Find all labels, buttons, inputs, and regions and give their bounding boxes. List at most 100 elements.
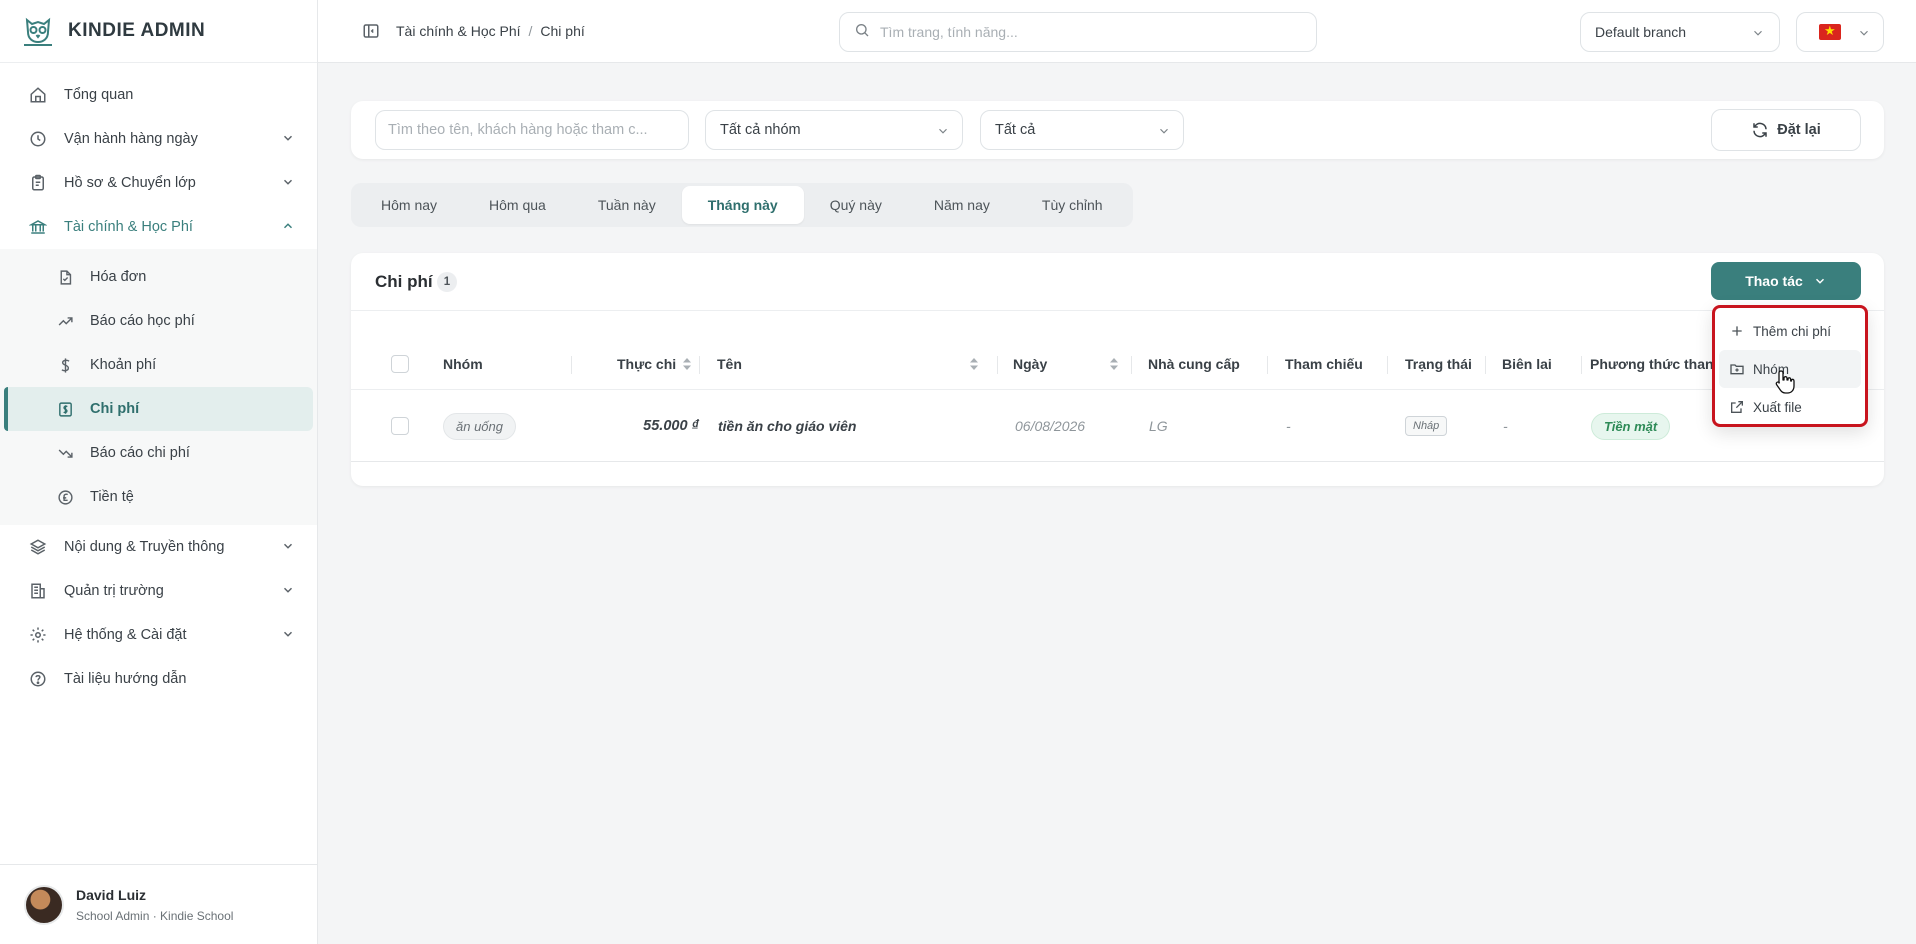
column-header[interactable]: Thực chi: [617, 338, 692, 390]
tab-yesterday[interactable]: Hôm qua: [463, 186, 572, 224]
cell-group: ăn uống: [443, 390, 516, 462]
status-badge: Nháp: [1405, 416, 1448, 436]
chevron-down-icon: [1751, 26, 1765, 40]
branch-select[interactable]: Default branch: [1580, 12, 1780, 52]
tab-this-quarter[interactable]: Quý này: [804, 186, 908, 224]
clipboard-icon: [28, 173, 48, 193]
column-divider: [997, 356, 998, 374]
expense-date: 06/08/2026: [1015, 418, 1086, 434]
sidebar-item-daily-operations[interactable]: Vận hành hàng ngày: [0, 117, 317, 161]
column-reference-label: Tham chiếu: [1285, 356, 1363, 372]
sidebar-item-fees[interactable]: Khoản phí: [4, 343, 313, 387]
bank-icon: [28, 217, 48, 237]
expense-search-input[interactable]: [388, 122, 678, 138]
sidebar-item-tuition-report[interactable]: Báo cáo học phí: [4, 299, 313, 343]
column-amount-label: Thực chi: [617, 356, 677, 372]
chevron-down-icon: [1157, 124, 1171, 138]
refresh-icon: [1751, 121, 1769, 139]
column-header[interactable]: Tham chiếu: [1285, 338, 1363, 390]
expense-search[interactable]: [375, 110, 689, 150]
cell-reference: -: [1286, 390, 1291, 462]
brand-name: KINDIE ADMIN: [68, 20, 206, 41]
count-badge: 1: [437, 272, 457, 292]
column-header[interactable]: Nhóm: [443, 338, 483, 390]
checkbox[interactable]: [391, 417, 409, 435]
global-search[interactable]: [839, 12, 1317, 52]
user-name: David Luiz: [76, 886, 147, 903]
global-search-input[interactable]: [880, 24, 1300, 40]
sidebar-item-expenses[interactable]: Chi phí: [4, 387, 313, 431]
tab-custom[interactable]: Tùy chỉnh: [1016, 186, 1129, 224]
column-header[interactable]: Biên lai: [1502, 338, 1552, 390]
sidebar-item-records[interactable]: Hồ sơ & Chuyển lớp: [0, 161, 317, 205]
menu-item-add-expense[interactable]: Thêm chi phí: [1719, 312, 1861, 350]
reset-button[interactable]: Đặt lại: [1711, 109, 1861, 151]
breadcrumb-finance[interactable]: Tài chính & Học Phí: [396, 23, 521, 39]
user-role: School Admin · Kindie School: [76, 908, 234, 923]
sidebar-item-docs[interactable]: Tài liệu hướng dẫn: [0, 657, 317, 701]
actions-dropdown-menu: Thêm chi phí Nhóm Xuất file: [1712, 305, 1868, 427]
sidebar-item-school-admin[interactable]: Quản trị trường: [0, 569, 317, 613]
sidebar-item-label: Chi phí: [90, 401, 140, 417]
column-divider: [699, 356, 700, 374]
checkbox[interactable]: [391, 355, 409, 373]
column-header[interactable]: Trạng thái: [1405, 338, 1472, 390]
brand[interactable]: KINDIE ADMIN: [0, 0, 317, 63]
column-divider: [1485, 356, 1486, 374]
menu-item-label: Xuất file: [1753, 399, 1802, 415]
table-header: Nhóm Thực chi Tên Ngày Nhà cung cấp Tham…: [351, 338, 1884, 390]
language-select[interactable]: [1796, 12, 1884, 52]
tab-today[interactable]: Hôm nay: [355, 186, 463, 224]
column-divider: [1131, 356, 1132, 374]
search-icon: [854, 22, 870, 43]
column-status-label: Trạng thái: [1405, 356, 1472, 372]
expenses-card: Chi phí 1 Thao tác Nhóm Thực chi Tên Ngà…: [351, 253, 1884, 486]
cell-receipt: -: [1503, 390, 1508, 462]
table-row[interactable]: ăn uống 55.000 ₫ tiền ăn cho giáo viên 0…: [351, 390, 1884, 462]
status-filter-value: Tất cả: [995, 122, 1036, 138]
tab-this-week[interactable]: Tuần này: [572, 186, 682, 224]
external-link-icon: [1729, 399, 1745, 415]
filter-bar: Tất cả nhóm Tất cả Đặt lại: [351, 101, 1884, 159]
sidebar-item-overview[interactable]: Tổng quan: [0, 73, 317, 117]
column-header[interactable]: Phương thức thanh: [1590, 338, 1722, 390]
sidebar-item-invoices[interactable]: Hóa đơn: [4, 255, 313, 299]
sidebar-item-content[interactable]: Nội dung & Truyền thông: [0, 525, 317, 569]
sort-icon[interactable]: [682, 357, 692, 371]
column-vendor-label: Nhà cung cấp: [1148, 356, 1240, 372]
tab-this-year[interactable]: Năm nay: [908, 186, 1016, 224]
select-all-checkbox[interactable]: [391, 338, 409, 390]
folder-plus-icon: [1729, 361, 1745, 377]
sidebar-item-label: Tài liệu hướng dẫn: [64, 671, 187, 687]
chevron-down-icon: [281, 175, 295, 189]
sidebar-item-settings[interactable]: Hệ thống & Cài đặt: [0, 613, 317, 657]
cell-payment: Tiền mặt: [1591, 390, 1671, 462]
expense-name: tiền ăn cho giáo viên: [718, 418, 857, 434]
plus-icon: [1729, 323, 1745, 339]
dollar-icon: [56, 356, 74, 374]
sidebar-item-currency[interactable]: Tiền tệ: [4, 475, 313, 519]
sidebar-item-finance[interactable]: Tài chính & Học Phí: [0, 205, 317, 249]
sidebar-item-label: Hệ thống & Cài đặt: [64, 627, 187, 643]
tab-this-month[interactable]: Tháng này: [681, 186, 804, 224]
row-checkbox[interactable]: [391, 390, 409, 462]
sidebar-toggle-icon[interactable]: [362, 22, 380, 40]
expense-icon: [56, 400, 74, 418]
group-filter-select[interactable]: Tất cả nhóm: [705, 110, 963, 150]
user-profile[interactable]: David Luiz School Admin · Kindie School: [0, 864, 318, 944]
sidebar-item-expense-report[interactable]: Báo cáo chi phí: [4, 431, 313, 475]
column-header[interactable]: Ngày: [1013, 338, 1119, 390]
page-title: Chi phí: [375, 272, 433, 291]
sidebar-nav: Tổng quan Vận hành hàng ngày Hồ sơ & Chu…: [0, 63, 317, 701]
column-header[interactable]: Tên: [717, 338, 979, 390]
help-circle-icon: [28, 669, 48, 689]
building-icon: [28, 581, 48, 601]
sort-icon[interactable]: [1109, 357, 1119, 371]
status-filter-select[interactable]: Tất cả: [980, 110, 1184, 150]
actions-button[interactable]: Thao tác: [1711, 262, 1861, 300]
sidebar-item-label: Hóa đơn: [90, 269, 147, 285]
column-header[interactable]: Nhà cung cấp: [1148, 338, 1240, 390]
chevron-up-icon: [281, 219, 295, 233]
sort-icon[interactable]: [969, 357, 979, 371]
cell-amount: 55.000 ₫: [551, 390, 699, 462]
